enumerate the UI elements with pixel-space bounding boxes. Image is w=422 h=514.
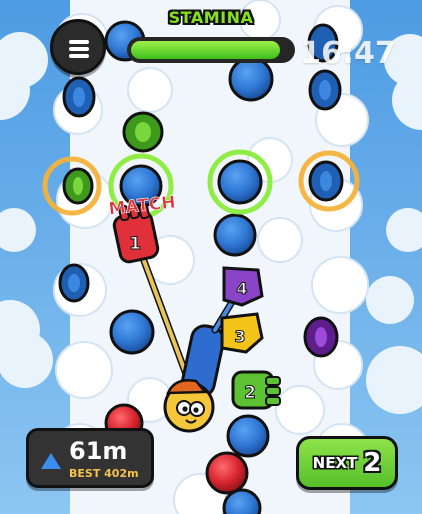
- hamburger-menu-icon-line: [69, 54, 89, 58]
- next-button[interactable]: NEXT 2: [296, 436, 398, 490]
- hold-blue: [226, 414, 270, 458]
- limb-hand-2[interactable]: 2: [231, 370, 281, 410]
- hold-purple-side: [303, 316, 339, 358]
- stamina-fill: [131, 41, 280, 59]
- stamina-bar: [127, 37, 295, 63]
- limb-number-2: 2: [244, 383, 256, 403]
- hold-blue-side: [62, 76, 96, 118]
- hold-green-side: [62, 167, 94, 205]
- limb-number-4: 4: [236, 279, 247, 298]
- best-height: BEST 402m: [69, 467, 139, 480]
- hamburger-menu-icon-line: [69, 47, 89, 51]
- limb-foot-4[interactable]: 4: [222, 266, 264, 307]
- hamburger-menu-icon: [69, 40, 89, 44]
- next-count: 2: [363, 448, 382, 478]
- hold-blue-side: [308, 160, 344, 202]
- stamina-label: STAMINA: [168, 8, 254, 27]
- current-height: 61m: [69, 437, 128, 465]
- timer: 16:47: [300, 36, 396, 71]
- hold-red: [205, 451, 249, 495]
- limb-number-1: 1: [129, 234, 141, 254]
- limb-number-3: 3: [234, 327, 245, 346]
- climber-head: [163, 379, 215, 433]
- menu-button[interactable]: [50, 19, 106, 75]
- next-label: NEXT: [312, 454, 358, 472]
- hold-blue: [109, 309, 155, 355]
- hold-blue: [213, 213, 257, 257]
- height-panel: 61m BEST 402m: [26, 428, 154, 488]
- hold-blue: [217, 159, 263, 205]
- up-arrow-icon: [41, 453, 61, 469]
- hold-blue: [228, 56, 274, 102]
- hold-blue-side: [308, 69, 342, 111]
- hold-blue-side: [58, 263, 90, 303]
- hold-green-side: [122, 111, 164, 153]
